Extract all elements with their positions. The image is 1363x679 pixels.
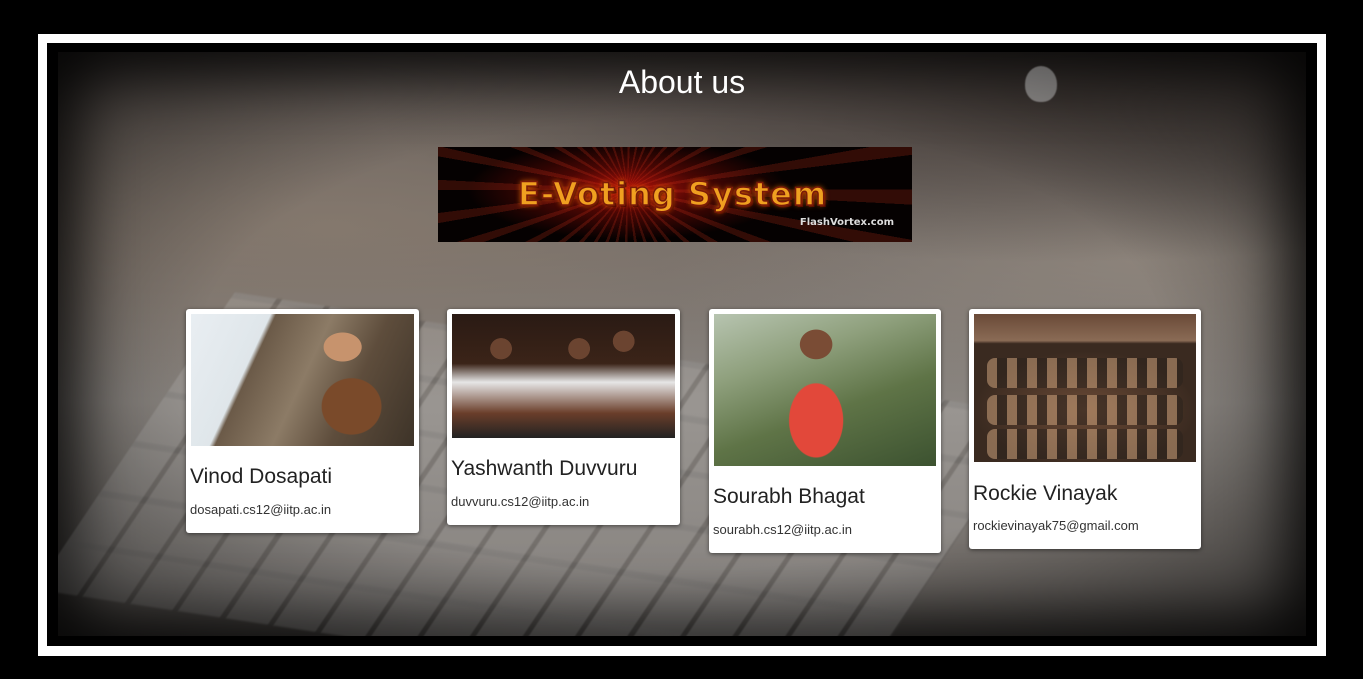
member-name: Sourabh Bhagat [713, 485, 865, 508]
photo-detail [987, 358, 1183, 388]
about-us-section: About us E-Voting System FlashVortex.com… [58, 52, 1306, 636]
member-card: Vinod Dosapati dosapati.cs12@iitp.ac.in [186, 309, 419, 533]
photo-detail [987, 429, 1183, 460]
photo-detail [987, 395, 1183, 425]
member-name: Rockie Vinayak [973, 482, 1118, 505]
member-card: Yashwanth Duvvuru duvvuru.cs12@iitp.ac.i… [447, 309, 680, 525]
member-photo [974, 314, 1196, 462]
member-name: Vinod Dosapati [190, 465, 333, 488]
e-voting-banner: E-Voting System FlashVortex.com [438, 147, 912, 242]
member-email: dosapati.cs12@iitp.ac.in [190, 502, 332, 517]
member-email: sourabh.cs12@iitp.ac.in [713, 522, 852, 537]
member-photo [191, 314, 414, 446]
member-photo [452, 314, 675, 438]
member-photo [714, 314, 936, 466]
banner-watermark: FlashVortex.com [799, 217, 894, 228]
member-card: Rockie Vinayak rockievinayak75@gmail.com [969, 309, 1201, 549]
member-card: Sourabh Bhagat sourabh.cs12@iitp.ac.in [709, 309, 941, 553]
member-name: Yashwanth Duvvuru [451, 457, 638, 480]
member-email: rockievinayak75@gmail.com [973, 518, 1139, 533]
banner-text: E-Voting System [517, 174, 828, 214]
member-email: duvvuru.cs12@iitp.ac.in [451, 494, 590, 509]
page-title: About us [618, 64, 746, 100]
